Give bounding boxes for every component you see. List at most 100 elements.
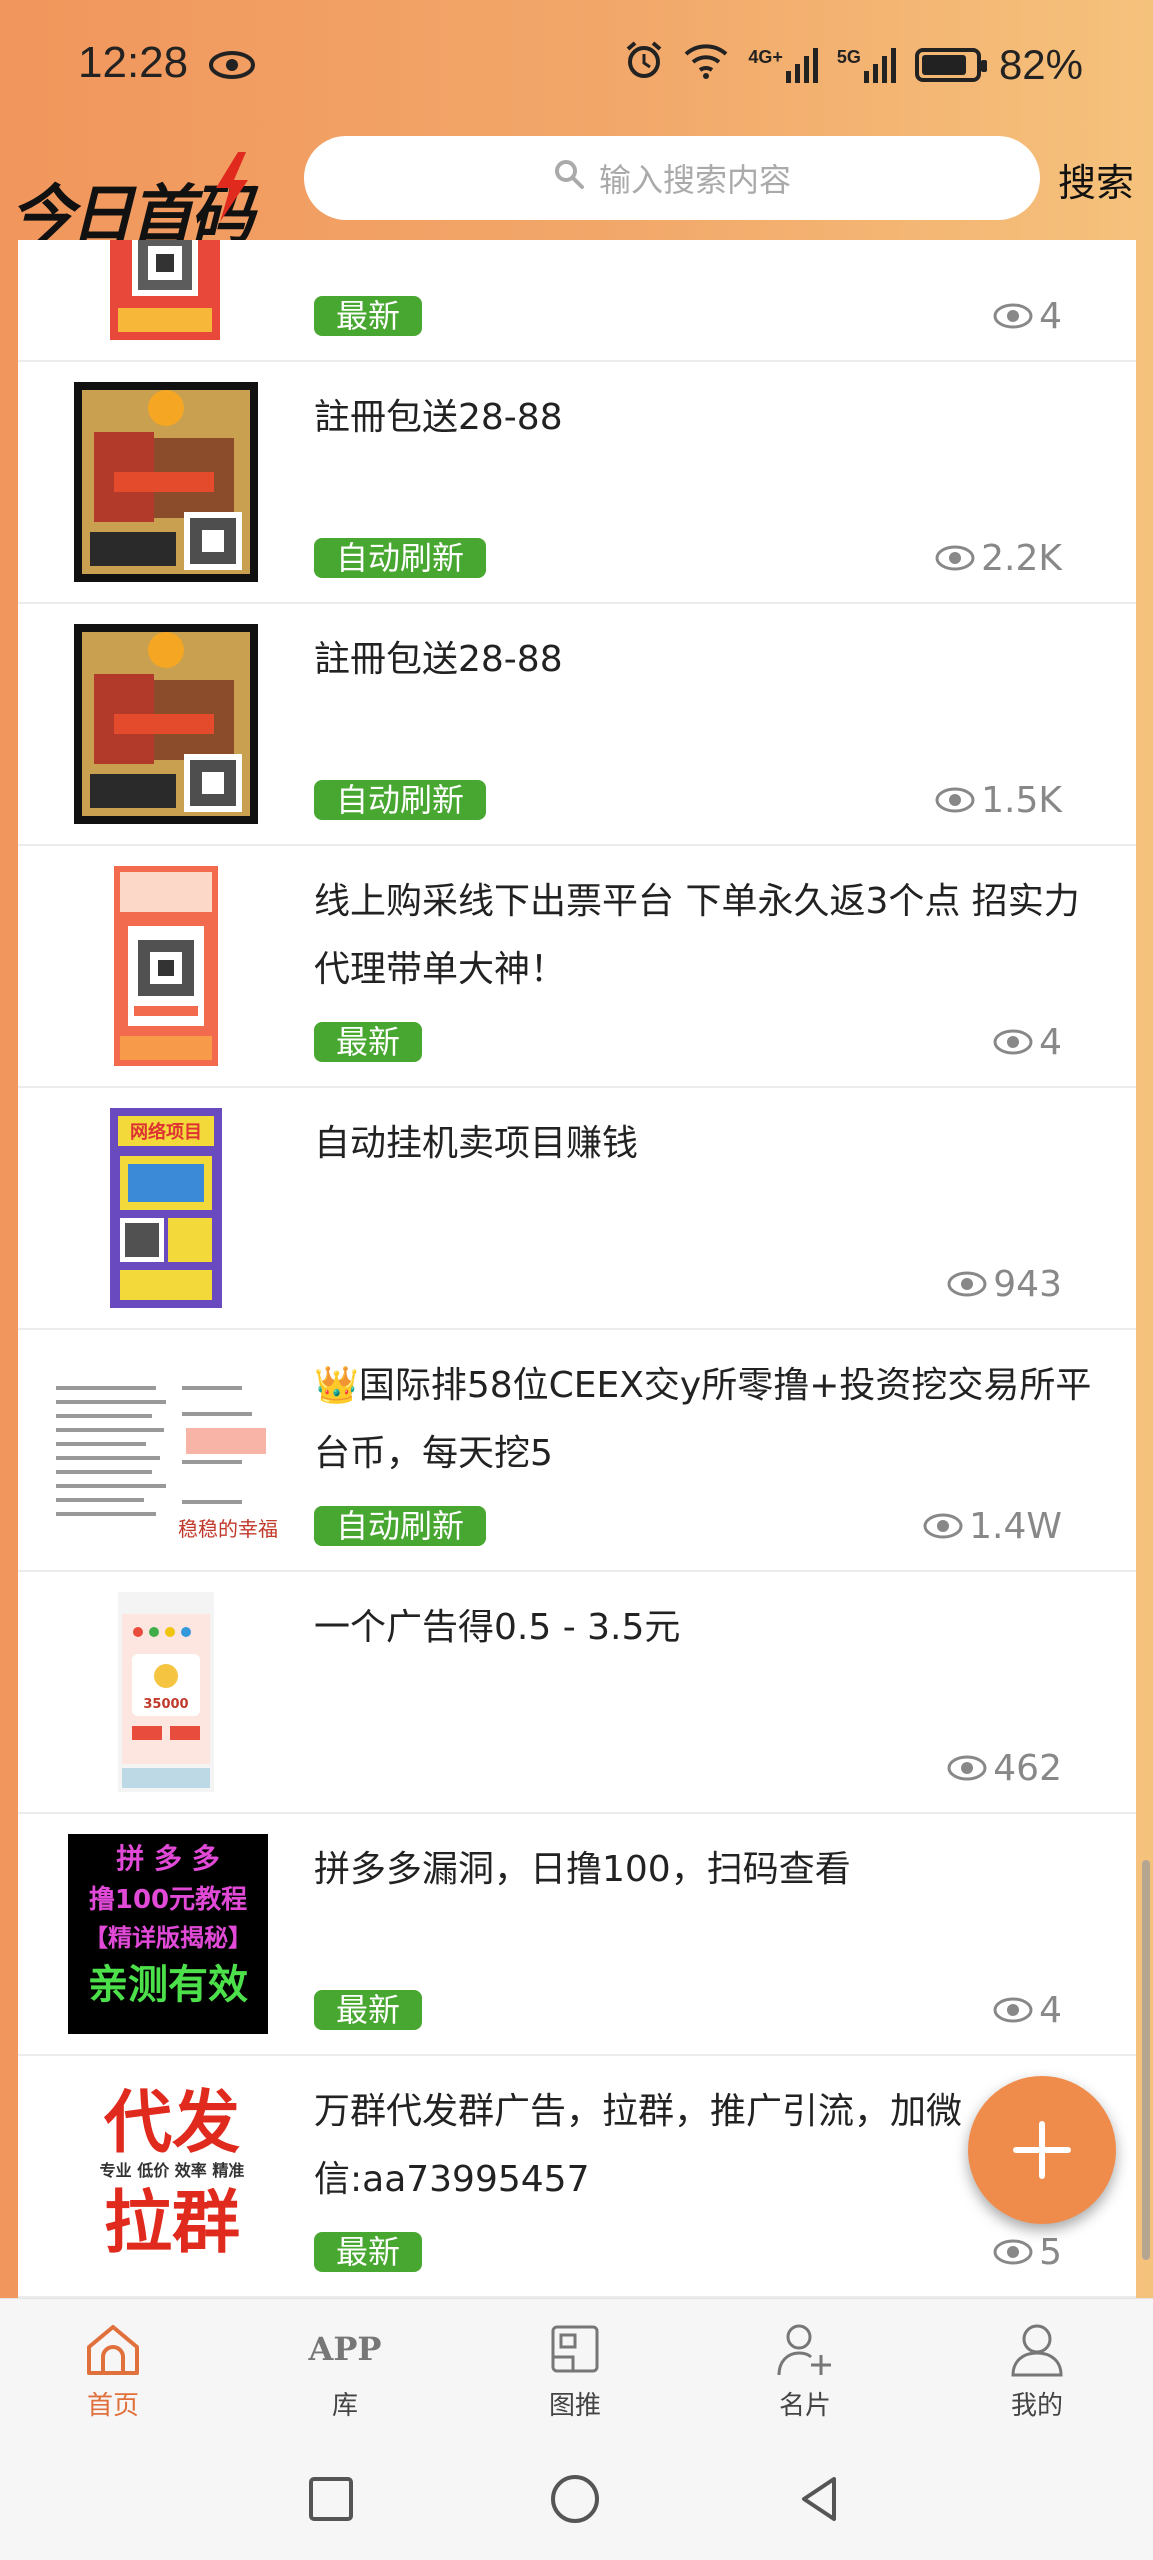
signal-4g-icon: 4G+ (748, 47, 819, 83)
view-count-value: 2.2K (981, 537, 1062, 579)
list-item[interactable]: 代发 专业 低价 效率 精准 拉群 万群代发群广告，拉群，推广引流，加微信:aa73… (18, 2056, 1136, 2298)
list-item[interactable]: 註冊包送28-88 自动刷新 1.5K (18, 604, 1136, 846)
post-list: 最新 4 註冊包送28-88 自动刷新 2.2K 註冊包送28-88 自动刷新 … (18, 240, 1136, 2298)
image-icon (551, 2325, 599, 2373)
doc-watermark: 稳稳的幸福 (178, 1517, 278, 1541)
list-item[interactable]: 註冊包送28-88 自动刷新 2.2K (18, 362, 1136, 604)
status-badge: 最新 (314, 1990, 423, 2030)
daifa-line1: 代发 (103, 2084, 240, 2163)
eye-icon (993, 1029, 1033, 1055)
list-item[interactable]: 35000 一个广告得0.5 - 3.5元 462 (18, 1572, 1136, 1814)
search-button[interactable]: 搜索 (1058, 152, 1134, 207)
add-post-button[interactable] (968, 2076, 1116, 2224)
battery-icon (914, 48, 987, 82)
post-thumbnail[interactable] (74, 624, 258, 824)
battery-percent: 82% (998, 41, 1083, 88)
post-thumbnail[interactable]: 稳稳的幸福 (52, 1350, 288, 1550)
view-count-value: 5 (1039, 2231, 1062, 2273)
view-count: 1.5K (935, 779, 1062, 821)
post-title[interactable]: 👑国际排58位CEEX交y所零撸+投资挖交易所平台币，每天挖5 (314, 1352, 1114, 1488)
pdd-line4: 亲测有效 (88, 1962, 248, 2008)
back-icon (802, 2477, 836, 2521)
view-count: 462 (947, 1748, 1062, 1789)
phone-amount: 35000 (143, 1697, 188, 1712)
post-title[interactable]: 拼多多漏洞，日撸100，扫码查看 (314, 1836, 1114, 1904)
status-badge: 自动刷新 (314, 538, 487, 578)
home-icon (87, 2325, 139, 2375)
status-time: 12:28 (78, 38, 189, 87)
eye-icon (993, 2239, 1033, 2265)
view-count: 4 (993, 296, 1062, 337)
eye-icon (935, 545, 975, 571)
daifa-line2: 拉群 (104, 2184, 240, 2263)
search-icon (553, 158, 585, 198)
post-title[interactable]: 註冊包送28-88 (314, 384, 1114, 452)
tab-image-promo-label: 图推 (548, 2391, 601, 2421)
post-thumbnail[interactable] (114, 866, 218, 1066)
app-icon: APP (308, 2330, 382, 2368)
view-count: 1.4W (923, 1505, 1062, 1547)
list-item[interactable]: 网络项目 自动挂机卖项目赚钱 943 (18, 1088, 1136, 1330)
view-count-value: 4 (1039, 1989, 1062, 2031)
eye-icon (993, 1997, 1033, 2023)
app-logo[interactable]: 今日首码 (10, 152, 254, 253)
scrollbar[interactable] (1142, 1860, 1150, 2260)
tab-profile-label: 我的 (1010, 2391, 1063, 2421)
tab-library[interactable]: APP 库 (270, 2321, 420, 2422)
tab-image-promo[interactable]: 图推 (500, 2321, 650, 2422)
tab-home[interactable]: 首页 (38, 2321, 188, 2422)
view-count: 943 (947, 1263, 1062, 1305)
tab-home-label: 首页 (86, 2391, 139, 2421)
tab-library-label: 库 (331, 2391, 358, 2421)
status-bar: 12:28 4G+ 5G 82% (0, 0, 1153, 140)
add-contact-icon (777, 2324, 831, 2376)
alarm-icon (624, 40, 664, 90)
list-item[interactable]: 拼 多 多撸100元教程 【精详版揭秘】 亲测有效 拼多多漏洞，日撸100，扫码查看… (18, 1814, 1136, 2056)
tab-profile[interactable]: 我的 (962, 2321, 1112, 2422)
list-item[interactable]: 稳稳的幸福 👑国际排58位CEEX交y所零撸+投资挖交易所平台币，每天挖5 自动… (18, 1330, 1136, 1572)
lightning-icon (208, 152, 254, 226)
post-thumbnail[interactable] (74, 382, 258, 582)
daifa-sub: 专业 低价 效率 精准 (100, 2161, 245, 2180)
signal-5g-icon: 5G (837, 47, 897, 83)
post-title[interactable]: 线上购采线下出票平台 下单永久返3个点 招实力代理带单大神！ (314, 868, 1114, 1004)
view-count: 4 (993, 1989, 1062, 2031)
home-system-button[interactable] (540, 2464, 610, 2534)
wifi-icon (682, 40, 730, 90)
post-title[interactable]: 自动挂机卖项目赚钱 (314, 1110, 1114, 1178)
pdd-line1: 拼 多 多 (116, 1842, 220, 1875)
list-item[interactable]: 线上购采线下出票平台 下单永久返3个点 招实力代理带单大神！ 最新 4 (18, 846, 1136, 1088)
post-thumbnail[interactable]: 35000 (118, 1592, 214, 1792)
post-title[interactable]: 註冊包送28-88 (314, 626, 1114, 694)
post-title[interactable]: 一个广告得0.5 - 3.5元 (314, 1594, 1114, 1662)
status-badge: 自动刷新 (314, 780, 487, 820)
eye-icon (947, 1755, 987, 1781)
post-thumbnail[interactable]: 网络项目 (110, 1108, 222, 1308)
profile-icon (1011, 2324, 1063, 2377)
status-badge: 最新 (314, 296, 423, 336)
view-count: 2.2K (935, 537, 1062, 579)
list-item[interactable]: 最新 4 (18, 240, 1136, 362)
view-count: 5 (993, 2231, 1062, 2273)
view-count-value: 4 (1039, 1021, 1062, 1063)
status-badge: 自动刷新 (314, 1506, 487, 1546)
signal-5g-label: 5G (836, 47, 861, 67)
eye-icon (935, 787, 975, 813)
view-count-value: 1.5K (981, 779, 1062, 821)
post-thumbnail[interactable]: 拼 多 多撸100元教程 【精详版揭秘】 亲测有效 (68, 1834, 268, 2034)
post-thumbnail[interactable]: 代发 专业 低价 效率 精准拉群 (72, 2076, 272, 2276)
search-input[interactable]: 输入搜索内容 (304, 136, 1040, 220)
recents-button[interactable] (296, 2464, 366, 2534)
post-thumbnail[interactable] (110, 240, 220, 340)
bottom-nav: 首页 APP 库 图推 名片 我的 (0, 2298, 1153, 2441)
eye-icon (993, 303, 1033, 329)
tab-business-card[interactable]: 名片 (730, 2321, 880, 2422)
pdd-line2: 撸100元教程 (89, 1885, 247, 1915)
back-button[interactable] (784, 2464, 854, 2534)
signal-4g-label: 4G+ (748, 47, 783, 67)
view-count-value: 1.4W (969, 1505, 1062, 1547)
tab-business-card-label: 名片 (778, 2391, 831, 2421)
eye-icon (923, 1513, 963, 1539)
view-count-value: 943 (993, 1263, 1062, 1305)
home-circle-icon (551, 2475, 599, 2523)
